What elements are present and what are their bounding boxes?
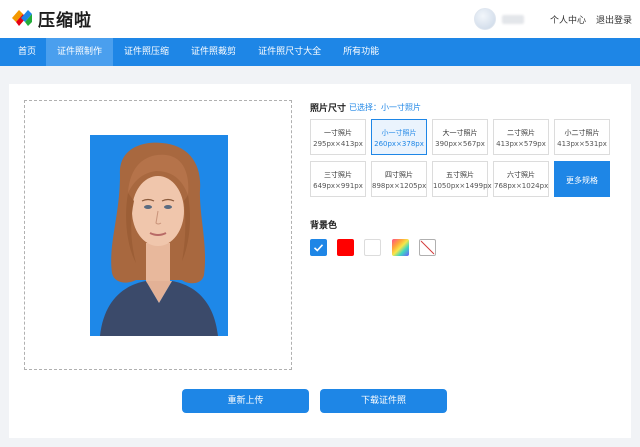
size-option-4inch[interactable]: 四寸照片 898px×1205px [371, 161, 427, 197]
size-name: 一寸照片 [324, 129, 352, 137]
size-name: 小一寸照片 [381, 129, 417, 137]
size-dim: 260px×378px [374, 140, 424, 148]
username [501, 14, 524, 24]
nav-id-photo-sizes[interactable]: 证件照尺寸大全 [247, 38, 332, 66]
size-name: 六寸照片 [507, 171, 535, 179]
size-option-large-1inch[interactable]: 大一寸照片 390px×567px [432, 119, 488, 155]
reupload-button[interactable]: 重新上传 [182, 389, 309, 413]
more-sizes-label: 更多规格 [566, 176, 598, 185]
size-dim: 295px×413px [313, 140, 363, 148]
size-name: 五寸照片 [446, 171, 474, 179]
selected-size-hint: 已选择：小一寸照片 [349, 103, 421, 112]
background-section-title: 背景色 [310, 221, 338, 231]
size-dim: 898px×1205px [372, 182, 427, 190]
user-area: 个人中心 退出登录 [473, 7, 632, 31]
size-option-6inch[interactable]: 六寸照片 768px×1024px [493, 161, 549, 197]
size-name: 小二寸照片 [564, 129, 600, 137]
swatch-gradient[interactable] [392, 239, 409, 256]
size-dim: 1050px×1499px [433, 182, 492, 190]
size-option-small-2inch[interactable]: 小二寸照片 413px×531px [554, 119, 610, 155]
size-dim: 390px×567px [435, 140, 485, 148]
download-button[interactable]: 下载证件照 [320, 389, 447, 413]
swatch-red[interactable] [337, 239, 354, 256]
size-dim: 649px×991px [313, 182, 363, 190]
portrait-image [90, 135, 228, 336]
size-option-2inch[interactable]: 二寸照片 413px×579px [493, 119, 549, 155]
size-name: 四寸照片 [385, 171, 413, 179]
photo-preview-area [24, 100, 292, 370]
size-name: 三寸照片 [324, 171, 352, 179]
logo[interactable]: 压缩啦 [10, 6, 92, 31]
check-icon [313, 244, 324, 252]
size-option-1inch[interactable]: 一寸照片 295px×413px [310, 119, 366, 155]
size-dim: 768px×1024px [494, 182, 549, 190]
size-option-small-1inch[interactable]: 小一寸照片 260px×378px [371, 119, 427, 155]
size-option-3inch[interactable]: 三寸照片 649px×991px [310, 161, 366, 197]
user-center-link[interactable]: 个人中心 [550, 13, 586, 26]
size-name: 二寸照片 [507, 129, 535, 137]
swatch-white[interactable] [364, 239, 381, 256]
nav-id-photo-make[interactable]: 证件照制作 [46, 38, 114, 66]
logout-link[interactable]: 退出登录 [596, 13, 632, 26]
size-dim: 413px×531px [557, 140, 607, 148]
size-name: 大一寸照片 [442, 129, 478, 137]
size-section-title: 照片尺寸 [310, 104, 347, 114]
header: 压缩啦 个人中心 退出登录 [0, 0, 640, 38]
size-dim: 413px×579px [496, 140, 546, 148]
brand-name: 压缩啦 [38, 10, 92, 31]
id-photo-preview [90, 135, 228, 336]
main-nav: 首页 证件照制作 证件照压缩 证件照裁剪 证件照尺寸大全 所有功能 [0, 38, 640, 66]
nav-all-features[interactable]: 所有功能 [332, 38, 390, 66]
main-panel: 照片尺寸 已选择：小一寸照片 一寸照片 295px×413px 小一寸照片 26… [9, 84, 631, 438]
no-color-icon [420, 240, 435, 255]
nav-id-photo-compress[interactable]: 证件照压缩 [113, 38, 180, 66]
swatch-transparent[interactable] [419, 239, 436, 256]
more-sizes-button[interactable]: 更多规格 [554, 161, 610, 197]
avatar[interactable] [473, 8, 496, 30]
nav-id-photo-crop[interactable]: 证件照裁剪 [180, 38, 247, 66]
logo-icon [10, 7, 34, 29]
swatch-blue[interactable] [310, 239, 327, 256]
nav-home[interactable]: 首页 [0, 38, 46, 66]
size-option-5inch[interactable]: 五寸照片 1050px×1499px [432, 161, 492, 197]
